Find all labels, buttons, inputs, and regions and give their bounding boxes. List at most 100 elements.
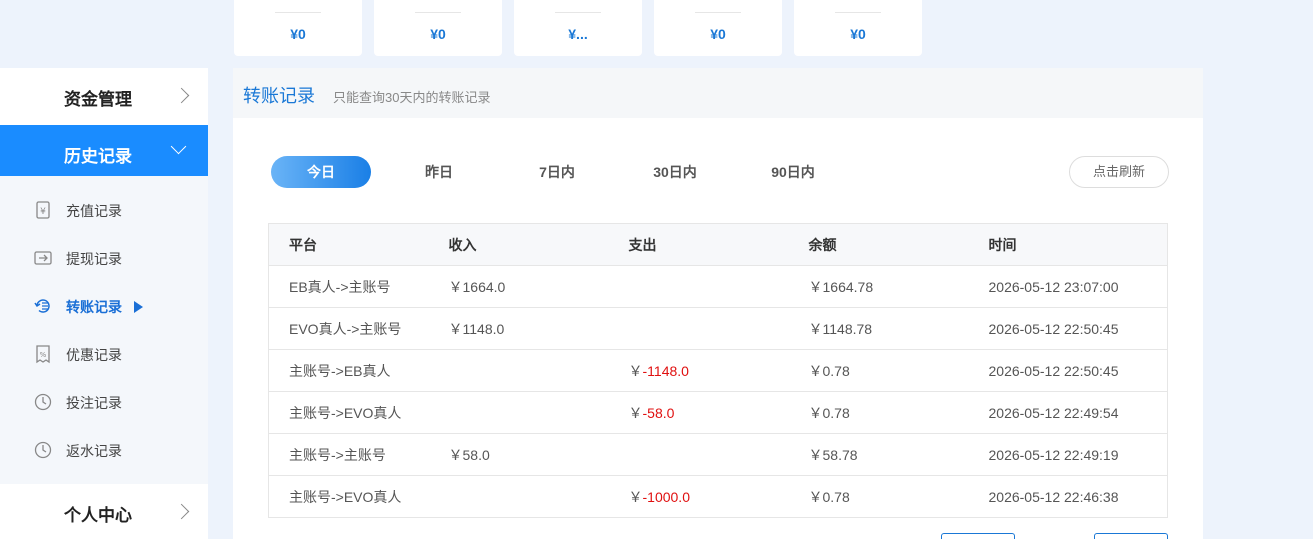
table-cell: [628, 433, 809, 476]
sidebar-item-history[interactable]: 历史记录: [0, 125, 208, 181]
table-cell: 主账号->主账号: [268, 433, 449, 476]
chevron-down-icon: [170, 138, 187, 155]
expense-value: -1000.0: [642, 488, 690, 505]
table-cell: EVO真人->主账号: [268, 307, 449, 350]
sidebar-item-personal[interactable]: 个人中心: [0, 484, 208, 539]
tab-90-days[interactable]: 90日内: [743, 156, 843, 188]
page-title: 转账记录: [243, 86, 315, 106]
col-balance: 余额: [808, 223, 989, 266]
active-indicator-icon: [134, 301, 143, 313]
sidebar-item-label: 个人中心: [64, 506, 132, 525]
balance-value: ¥0: [850, 26, 866, 42]
balance-card: ¥0: [374, 0, 502, 56]
balance-card: ¥0: [794, 0, 922, 56]
table-row: 主账号->EVO真人 ￥-1000.0 ￥0.78 2026-05-12 22:46:…: [268, 475, 1168, 518]
balance-value: ¥...: [568, 26, 588, 42]
sidebar-item-label: 投注记录: [66, 395, 122, 411]
table-cell: ￥1664.78: [808, 265, 989, 308]
sidebar: 资金管理 历史记录 ¥ 充值记录 提现记录 转账记录 % 优惠记录 投注记录 返…: [0, 68, 208, 539]
table-cell: [448, 475, 629, 518]
table-cell: ￥58.78: [808, 433, 989, 476]
sidebar-item-transfer-records[interactable]: 转账记录: [0, 282, 208, 330]
sidebar-item-label: 返水记录: [66, 443, 122, 459]
table-cell: ￥1664.0: [448, 265, 629, 308]
sidebar-item-promo-records[interactable]: % 优惠记录: [0, 330, 208, 378]
sidebar-item-withdraw-records[interactable]: 提现记录: [0, 234, 208, 282]
table-cell: ￥-1148.0: [628, 349, 809, 392]
table-cell: 主账号->EVO真人: [268, 391, 449, 434]
sidebar-item-label: 优惠记录: [66, 347, 122, 363]
currency-symbol: ￥: [628, 362, 643, 379]
table-cell: ￥1148.0: [448, 307, 629, 350]
table-cell: 2026-05-12 22:49:54: [988, 391, 1168, 434]
table-row: 主账号->主账号 ￥58.0 ￥58.78 2026-05-12 22:49:19: [268, 433, 1168, 476]
table-row: 主账号->EB真人 ￥-1148.0 ￥0.78 2026-05-12 22:50:4…: [268, 349, 1168, 392]
table-header-row: 平台 收入 支出 余额 时间: [268, 223, 1168, 266]
chevron-right-icon: [173, 87, 190, 104]
col-platform: 平台: [268, 223, 449, 266]
sidebar-item-label: 充值记录: [66, 203, 122, 219]
table-cell: ￥0.78: [808, 349, 989, 392]
prev-page-button[interactable]: [941, 533, 1015, 539]
refresh-button[interactable]: 点击刷新: [1069, 156, 1169, 188]
col-time: 时间: [988, 223, 1168, 266]
table-cell: ￥58.0: [448, 433, 629, 476]
table-cell: [628, 307, 809, 350]
table-cell: [448, 391, 629, 434]
table-cell: ￥1148.78: [808, 307, 989, 350]
table-row: EB真人->主账号 ￥1664.0 ￥1664.78 2026-05-12 23:07…: [268, 265, 1168, 308]
svg-text:¥: ¥: [40, 207, 46, 217]
table-cell: ￥-1000.0: [628, 475, 809, 518]
panel-header: 转账记录 只能查询30天内的转账记录: [233, 68, 1203, 118]
table-cell: 2026-05-12 22:46:38: [988, 475, 1168, 518]
currency-symbol: ￥: [628, 488, 643, 505]
expense-value: -58.0: [642, 404, 675, 421]
table-row: EVO真人->主账号 ￥1148.0 ￥1148.78 2026-05-12 22:5…: [268, 307, 1168, 350]
sidebar-item-label: 转账记录: [66, 299, 122, 315]
table-cell: [628, 265, 809, 308]
page-note: 只能查询30天内的转账记录: [333, 90, 491, 105]
balance-card: ¥0: [654, 0, 782, 56]
balance-value: ¥0: [710, 26, 726, 42]
withdraw-icon: [34, 251, 52, 265]
table-cell: 主账号->EVO真人: [268, 475, 449, 518]
svg-text:%: %: [40, 351, 47, 359]
expense-value: -1148.0: [642, 362, 689, 379]
transfer-table: 平台 收入 支出 余额 时间 EB真人->主账号 ￥1664.0 ￥1664.78 2…: [268, 223, 1168, 518]
col-expense: 支出: [628, 223, 809, 266]
balance-value: ¥0: [430, 26, 446, 42]
rebate-clock-icon: [34, 441, 52, 459]
next-page-button[interactable]: [1094, 533, 1168, 539]
transfer-icon: [34, 299, 50, 313]
balance-card: ¥0: [234, 0, 362, 56]
chevron-right-icon: [173, 503, 190, 520]
table-row: 主账号->EVO真人 ￥-58.0 ￥0.78 2026-05-12 22:49:54: [268, 391, 1168, 434]
table-cell: EB真人->主账号: [268, 265, 449, 308]
tab-yesterday[interactable]: 昨日: [389, 156, 489, 188]
deposit-icon: ¥: [36, 201, 50, 219]
tab-7-days[interactable]: 7日内: [507, 156, 607, 188]
sidebar-item-label: 历史记录: [64, 147, 132, 166]
balance-value: ¥0: [290, 26, 306, 42]
history-submenu: ¥ 充值记录 提现记录 转账记录 % 优惠记录 投注记录 返水记录: [0, 176, 208, 484]
transfer-records-panel: 转账记录 只能查询30天内的转账记录 今日 昨日 7日内 30日内 90日内 点…: [233, 68, 1203, 539]
sidebar-item-bet-records[interactable]: 投注记录: [0, 378, 208, 426]
sidebar-item-label: 提现记录: [66, 251, 122, 267]
tab-30-days[interactable]: 30日内: [625, 156, 725, 188]
table-cell: ￥0.78: [808, 475, 989, 518]
sidebar-item-deposit-records[interactable]: ¥ 充值记录: [0, 186, 208, 234]
balance-card: ¥...: [514, 0, 642, 56]
col-income: 收入: [448, 223, 629, 266]
sidebar-item-rebate-records[interactable]: 返水记录: [0, 426, 208, 474]
table-cell: [448, 349, 629, 392]
sidebar-item-label: 资金管理: [64, 90, 132, 109]
tab-today[interactable]: 今日: [271, 156, 371, 188]
currency-symbol: ￥: [628, 404, 643, 421]
table-cell: ￥-58.0: [628, 391, 809, 434]
table-cell: ￥0.78: [808, 391, 989, 434]
table-cell: 2026-05-12 22:50:45: [988, 349, 1168, 392]
sidebar-item-funds[interactable]: 资金管理: [0, 68, 208, 124]
bet-clock-icon: [34, 393, 52, 411]
table-cell: 2026-05-12 22:50:45: [988, 307, 1168, 350]
table-cell: 主账号->EB真人: [268, 349, 449, 392]
